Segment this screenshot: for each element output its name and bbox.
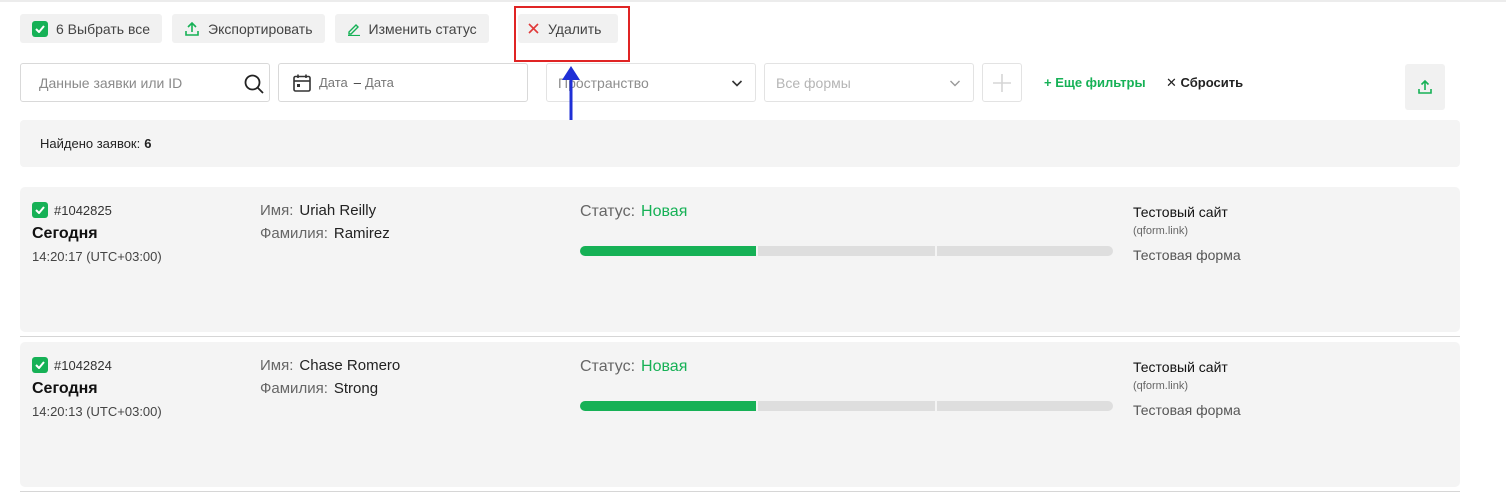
change-status-label: Изменить статус [368, 20, 477, 37]
first-name-label: Имя: [260, 202, 294, 219]
last-name-field: Фамилия: Ramirez [260, 225, 390, 242]
first-name-value: Chase Romero [299, 357, 401, 374]
request-card[interactable]: #1042825 Сегодня 14:20:17 (UTC+03:00) Им… [20, 187, 1460, 332]
first-name-value: Uriah Reilly [299, 202, 377, 219]
last-name-field: Фамилия: Strong [260, 380, 378, 397]
delete-label: Удалить [548, 20, 602, 37]
date-to[interactable]: Дата [365, 75, 394, 90]
first-name-field: Имя: Chase Romero [260, 357, 400, 374]
last-name-value: Strong [333, 380, 379, 397]
site-name: Тестовый сайт [1133, 359, 1228, 375]
found-count: 6 [144, 136, 152, 151]
last-name-value: Ramirez [333, 225, 390, 242]
search-icon[interactable] [243, 73, 265, 100]
request-id-text: #1042825 [54, 202, 112, 218]
first-name-field: Имя: Uriah Reilly [260, 202, 376, 219]
status-value[interactable]: Новая [641, 203, 687, 220]
reset-label: Сбросить [1180, 75, 1244, 90]
site-name: Тестовый сайт [1133, 204, 1228, 220]
status-field: Статус: Новая [580, 203, 687, 221]
first-name-label: Имя: [260, 357, 294, 374]
progress-segment [758, 246, 935, 256]
progress-segment [936, 246, 1113, 256]
request-time: 14:20:13 (UTC+03:00) [32, 404, 162, 419]
last-name-label: Фамилия: [260, 380, 328, 397]
status-label: Статус: [580, 203, 636, 220]
date-separator: – [353, 75, 362, 90]
request-id-text: #1042824 [54, 357, 112, 373]
top-divider [0, 0, 1506, 2]
search-input[interactable] [39, 74, 239, 91]
search-field[interactable] [20, 63, 270, 102]
form-name: Тестовая форма [1133, 247, 1241, 263]
close-icon [528, 23, 539, 34]
status-progress [580, 401, 1113, 411]
forms-select-value: Все формы [776, 74, 851, 91]
request-time: 14:20:17 (UTC+03:00) [32, 249, 162, 264]
export-button[interactable]: Экспортировать [172, 14, 325, 43]
status-progress [580, 246, 1113, 256]
plus-icon [992, 73, 1012, 93]
change-status-button[interactable]: Изменить статус [334, 14, 489, 43]
last-name-label: Фамилия: [260, 225, 328, 242]
forms-select[interactable]: Все формы [764, 63, 974, 102]
request-day: Сегодня [32, 225, 98, 242]
export-list-button[interactable] [1405, 64, 1445, 110]
date-from[interactable]: Дата [319, 75, 348, 90]
request-day: Сегодня [32, 380, 98, 397]
checkbox-checked-icon[interactable] [32, 357, 48, 373]
site-link[interactable]: (qform.link) [1133, 380, 1188, 392]
upload-icon [1417, 79, 1433, 95]
results-summary-bar: Найдено заявок: 6 [20, 120, 1460, 167]
add-filter-button[interactable] [982, 63, 1022, 102]
request-card[interactable]: #1042824 Сегодня 14:20:13 (UTC+03:00) Им… [20, 342, 1460, 487]
checkbox-checked-icon [32, 20, 48, 37]
progress-segment [580, 246, 757, 256]
request-id: #1042824 [32, 357, 112, 373]
chevron-down-icon [949, 76, 961, 92]
date-range-field[interactable]: Дата – Дата [278, 63, 528, 102]
status-field: Статус: Новая [580, 358, 687, 376]
request-id: #1042825 [32, 202, 112, 218]
export-label: Экспортировать [208, 20, 313, 37]
reset-filters-button[interactable]: ✕ Сбросить [1166, 75, 1243, 91]
pencil-icon [347, 22, 361, 36]
form-name: Тестовая форма [1133, 402, 1241, 418]
status-label: Статус: [580, 358, 636, 375]
card-divider [20, 491, 1460, 492]
calendar-icon [292, 73, 312, 93]
checkbox-checked-icon[interactable] [32, 202, 48, 218]
chevron-down-icon [731, 76, 743, 92]
card-divider [20, 336, 1460, 337]
progress-segment [580, 401, 757, 411]
upload-icon [184, 21, 200, 37]
delete-button[interactable]: Удалить [518, 14, 618, 43]
select-all-button[interactable]: 6 Выбрать все [20, 14, 163, 43]
bulk-actions-toolbar: 6 Выбрать все Экспортировать Изменить ст… [20, 14, 489, 43]
select-all-label: 6 Выбрать все [56, 20, 151, 37]
status-value[interactable]: Новая [641, 358, 687, 375]
progress-segment [758, 401, 935, 411]
progress-segment [936, 401, 1113, 411]
site-link[interactable]: (qform.link) [1133, 225, 1188, 237]
close-icon: ✕ [1166, 75, 1177, 90]
found-label: Найдено заявок: [40, 136, 141, 151]
more-filters-link[interactable]: + Еще фильтры [1044, 75, 1146, 90]
